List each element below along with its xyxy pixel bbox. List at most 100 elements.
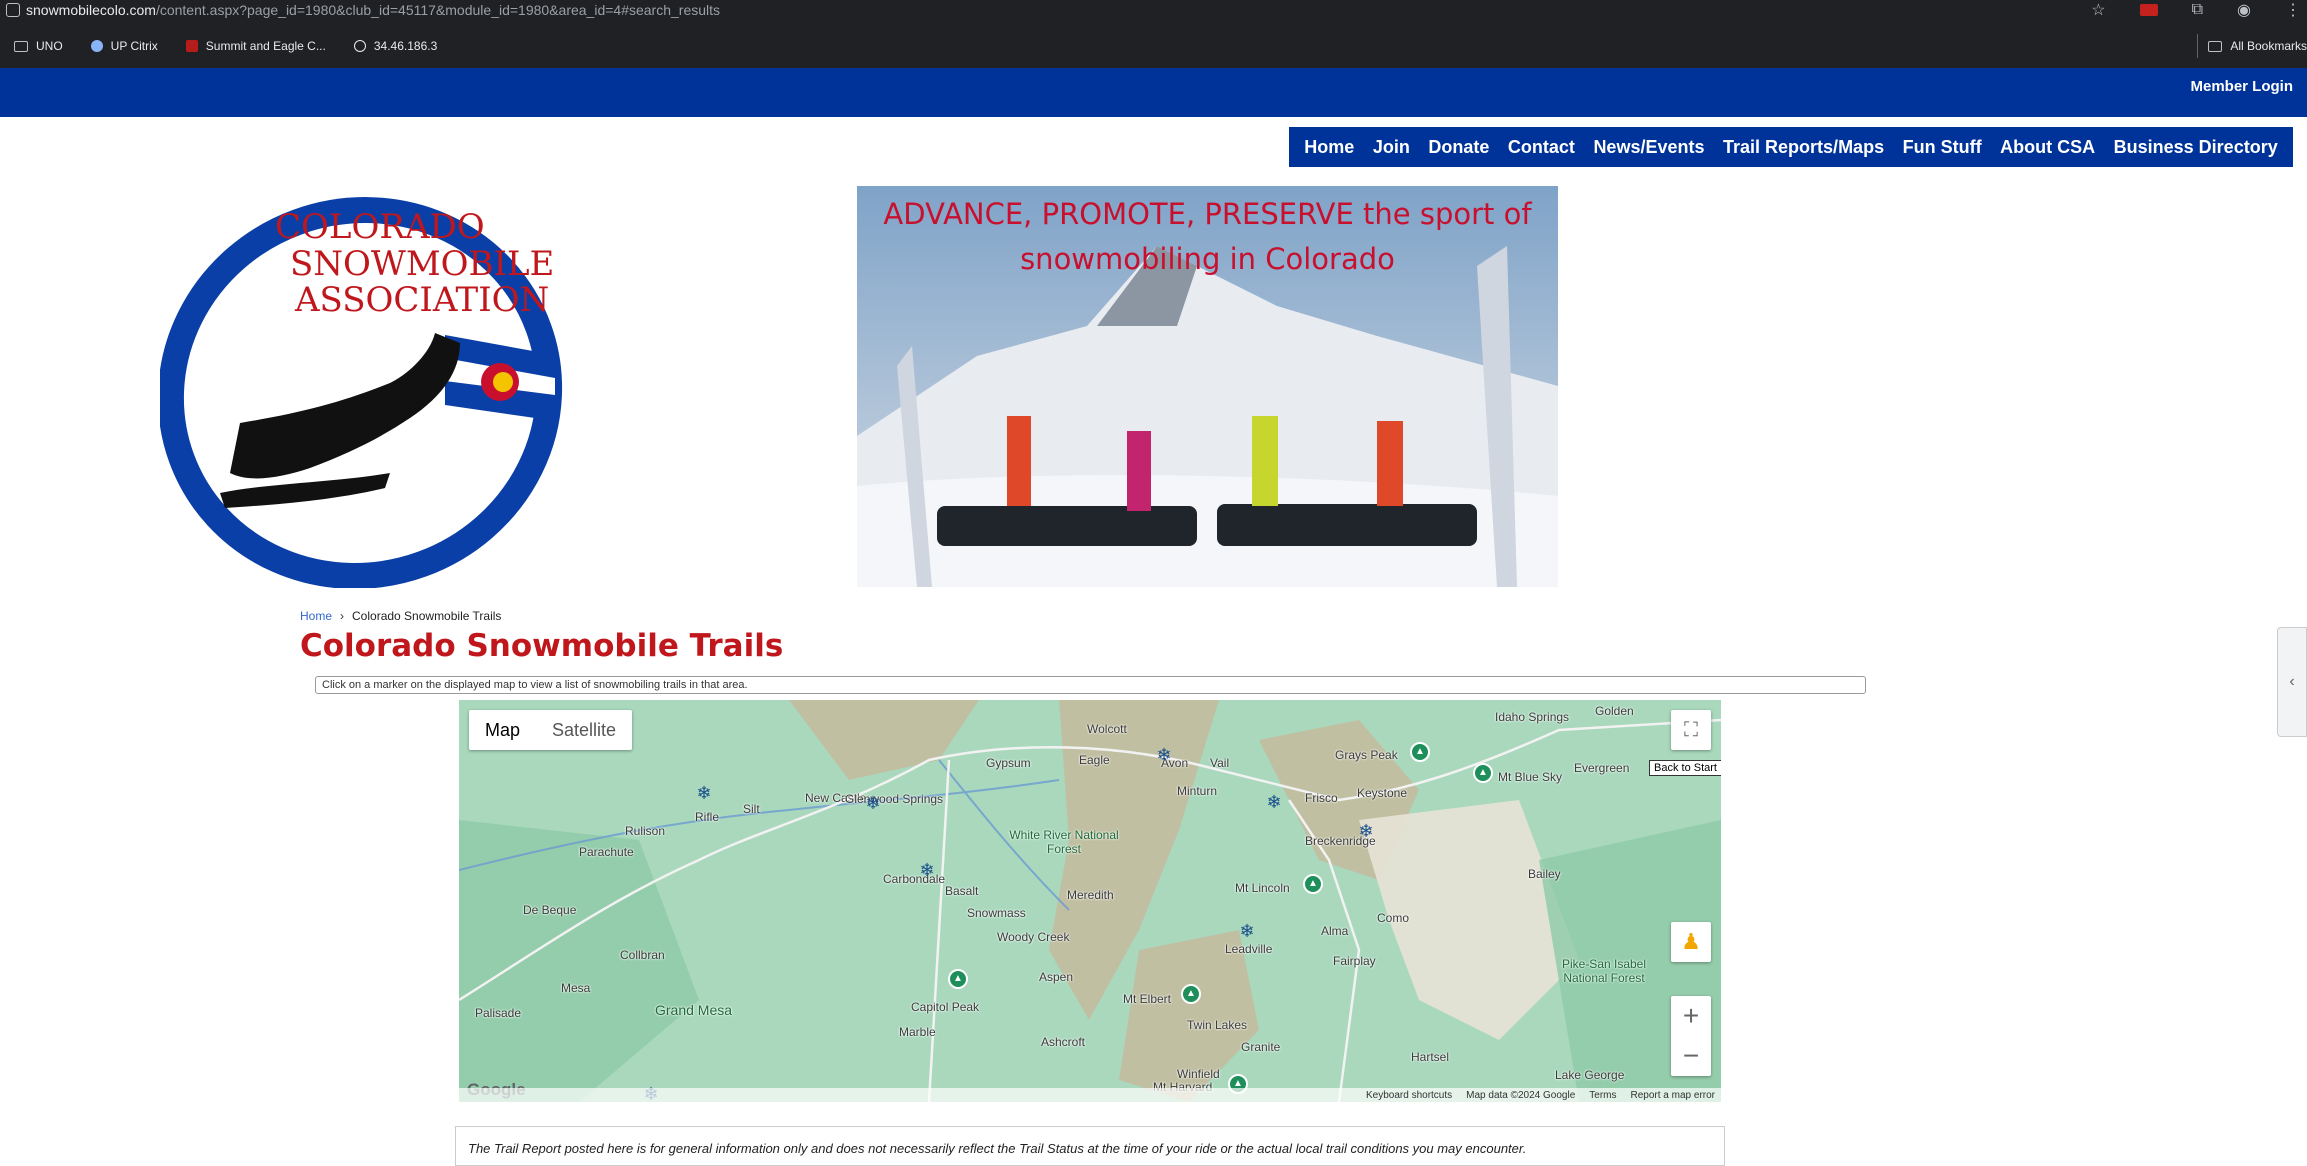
nav-join[interactable]: Join	[1373, 137, 1410, 158]
snowflake-marker-icon[interactable]: ❄	[1155, 746, 1173, 764]
place-label: Silt	[743, 802, 760, 816]
bookmark-ip[interactable]: 34.46.186.3	[353, 39, 438, 53]
back-to-start-button[interactable]: Back to Start	[1649, 760, 1721, 776]
zoom-out-icon[interactable]: −	[1683, 1036, 1699, 1076]
place-label: Minturn	[1177, 784, 1218, 798]
place-label: Collbran	[620, 948, 665, 962]
site-top-bar: Member Login	[0, 68, 2307, 117]
snowflake-marker-icon[interactable]: ❄	[1357, 822, 1375, 840]
menu-kebab-icon[interactable]: ⋮	[2285, 0, 2301, 20]
peak-marker-icon[interactable]: ▲	[1181, 984, 1201, 1004]
profile-avatar-icon[interactable]: ◉	[2237, 0, 2251, 20]
place-label: Meredith	[1067, 888, 1114, 902]
place-label: Leadville	[1225, 942, 1273, 956]
bookmark-uno[interactable]: UNO	[14, 39, 63, 53]
place-label: Wolcott	[1087, 722, 1127, 736]
bookmark-summit-eagle[interactable]: Summit and Eagle C...	[185, 39, 326, 53]
citrix-icon	[90, 40, 103, 52]
extensions-puzzle-icon[interactable]: ⧉	[2192, 1, 2203, 19]
bookmark-label: UP Citrix	[110, 39, 158, 53]
main-nav: Home Join Donate Contact News/Events Tra…	[1289, 127, 2293, 167]
map-type-control: Map Satellite	[469, 710, 633, 750]
snowflake-marker-icon[interactable]: ❄	[918, 861, 936, 879]
nav-news-events[interactable]: News/Events	[1593, 137, 1704, 158]
place-label: Capitol Peak	[911, 1000, 980, 1014]
extension-icon[interactable]	[2139, 4, 2158, 16]
page-title: Colorado Snowmobile Trails	[300, 628, 784, 664]
bookmark-label: UNO	[36, 39, 63, 53]
place-label: Glenwood Springs	[845, 792, 944, 806]
peak-marker-icon[interactable]: ▲	[1410, 742, 1430, 762]
nav-home[interactable]: Home	[1304, 137, 1354, 158]
browser-actions: ☆ ⧉ ◉ ⋮	[2091, 0, 2301, 20]
place-label: Eagle	[1079, 753, 1110, 767]
site-favicon-icon	[185, 40, 198, 52]
site-info-icon[interactable]	[6, 3, 20, 17]
zoom-in-icon[interactable]: +	[1683, 996, 1699, 1036]
report-map-error-link[interactable]: Report a map error	[1631, 1090, 1715, 1101]
place-label: Rulison	[625, 824, 666, 838]
csa-logo[interactable]: COLORADO SNOWMOBILE ASSOCIATION	[160, 183, 565, 588]
place-label: Hartsel	[1411, 1050, 1450, 1064]
place-label: Woody Creek	[997, 930, 1070, 944]
place-label: Vail	[1210, 756, 1230, 770]
place-label: Como	[1377, 911, 1410, 925]
url-text[interactable]: snowmobilecolo.com/content.aspx?page_id=…	[26, 2, 720, 18]
place-label: Golden	[1595, 704, 1634, 718]
nav-about-csa[interactable]: About CSA	[2000, 137, 2095, 158]
peak-marker-icon[interactable]: ▲	[948, 969, 968, 989]
map-tab-map[interactable]: Map	[469, 710, 536, 750]
banner-line-2: snowmobiling in Colorado	[1020, 242, 1395, 276]
bookmark-label: Summit and Eagle C...	[205, 39, 326, 53]
zoom-control: + −	[1671, 996, 1711, 1076]
place-label: Alma	[1321, 924, 1349, 938]
trail-report-disclaimer: The Trail Report posted here is for gene…	[455, 1126, 1725, 1166]
bookmark-star-icon[interactable]: ☆	[2091, 0, 2105, 20]
fullscreen-icon[interactable]: ⛶	[1671, 710, 1711, 750]
place-label: Evergreen	[1574, 761, 1630, 775]
terms-link[interactable]: Terms	[1589, 1090, 1616, 1101]
keyboard-shortcuts-link[interactable]: Keyboard shortcuts	[1366, 1090, 1452, 1101]
member-login-link[interactable]: Member Login	[2190, 78, 2293, 95]
place-label: Pike-San Isabel National Forest	[1561, 957, 1647, 985]
place-label: Twin Lakes	[1187, 1018, 1248, 1032]
breadcrumb-separator: ›	[340, 609, 345, 623]
side-panel-chevron-icon[interactable]: ‹	[2277, 627, 2307, 737]
snowflake-marker-icon[interactable]: ❄	[864, 794, 882, 812]
place-label: White River National Forest	[1009, 828, 1119, 856]
place-label: Snowmass	[967, 906, 1026, 920]
banner-line-1: ADVANCE, PROMOTE, PRESERVE the sport of	[883, 197, 1532, 231]
peak-marker-icon[interactable]: ▲	[1303, 874, 1323, 894]
logo-line-1: COLORADO	[275, 207, 485, 247]
nav-fun-stuff[interactable]: Fun Stuff	[1903, 137, 1982, 158]
globe-icon	[353, 40, 366, 52]
map-tab-satellite[interactable]: Satellite	[536, 710, 632, 750]
place-label: Mt Blue Sky	[1498, 770, 1563, 784]
place-label: Keystone	[1357, 786, 1408, 800]
snowflake-marker-icon[interactable]: ❄	[695, 784, 713, 802]
trail-map[interactable]: Map Satellite ⛶ Back to Start ♟ + − Wolc…	[459, 700, 1721, 1102]
place-label: Fairplay	[1333, 954, 1376, 968]
all-bookmarks[interactable]: All Bookmarks	[2197, 34, 2307, 58]
nav-trail-reports-maps[interactable]: Trail Reports/Maps	[1723, 137, 1884, 158]
address-bar[interactable]: snowmobilecolo.com/content.aspx?page_id=…	[0, 0, 2307, 20]
place-label: Parachute	[579, 845, 634, 859]
breadcrumb-home[interactable]: Home	[300, 609, 332, 623]
map-data-text: Map data ©2024 Google	[1466, 1089, 1576, 1101]
place-label: Mesa	[561, 981, 591, 995]
nav-donate[interactable]: Donate	[1428, 137, 1489, 158]
pegman-icon[interactable]: ♟	[1671, 922, 1711, 962]
nav-contact[interactable]: Contact	[1508, 137, 1575, 158]
nav-business-directory[interactable]: Business Directory	[2114, 137, 2278, 158]
place-label: Mt Lincoln	[1235, 881, 1290, 895]
place-label: Mt Elbert	[1123, 992, 1172, 1006]
snowflake-marker-icon[interactable]: ❄	[1265, 793, 1283, 811]
logo-line-3: ASSOCIATION	[294, 280, 549, 320]
bookmark-label: 34.46.186.3	[373, 39, 438, 53]
map-attribution: Keyboard shortcuts Map data ©2024 Google…	[459, 1088, 1721, 1102]
bookmark-up-citrix[interactable]: UP Citrix	[90, 39, 158, 53]
place-label: Rifle	[695, 810, 720, 824]
peak-marker-icon[interactable]: ▲	[1473, 763, 1493, 783]
place-label: Grays Peak	[1335, 748, 1398, 762]
snowflake-marker-icon[interactable]: ❄	[1238, 922, 1256, 940]
